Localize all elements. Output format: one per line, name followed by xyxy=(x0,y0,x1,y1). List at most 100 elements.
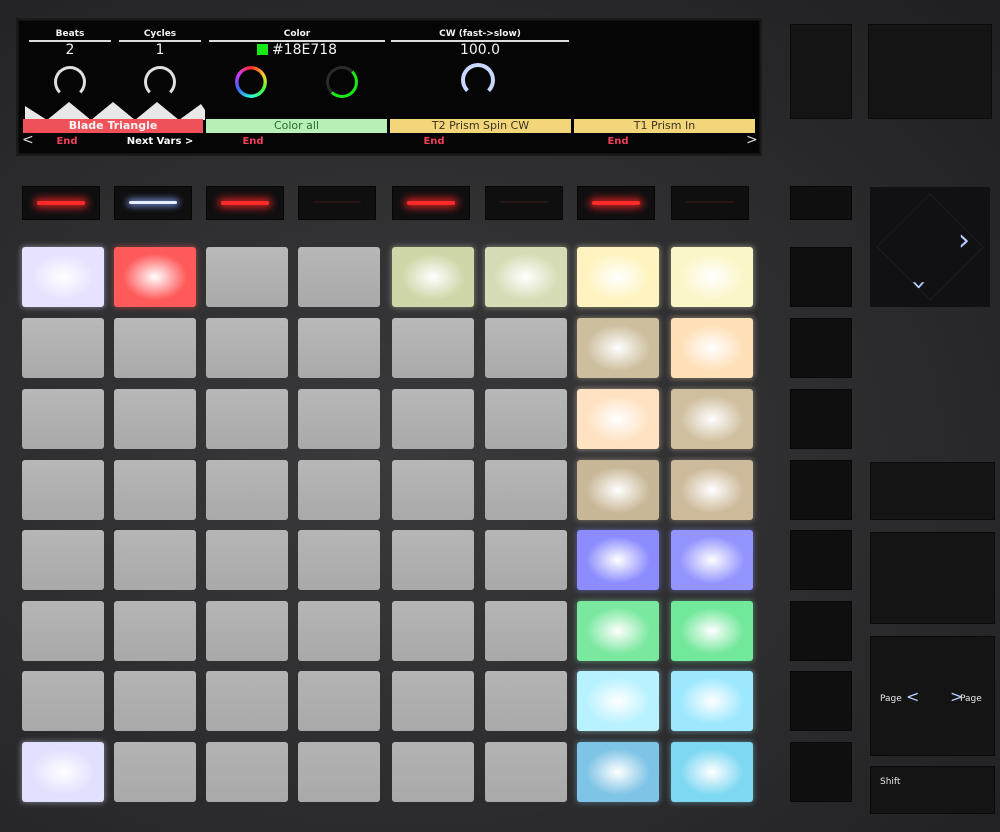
scene-launch-button[interactable] xyxy=(790,186,852,220)
pad[interactable] xyxy=(577,460,659,520)
pad[interactable] xyxy=(114,247,196,307)
pad[interactable] xyxy=(485,247,567,307)
pad[interactable] xyxy=(671,247,753,307)
slot-t1-prism-in[interactable]: T1 Prism In xyxy=(574,119,755,133)
pad[interactable] xyxy=(392,530,474,590)
upper-button[interactable] xyxy=(485,186,563,220)
pad[interactable] xyxy=(22,742,104,802)
pad[interactable] xyxy=(114,530,196,590)
pad[interactable] xyxy=(114,460,196,520)
scene-launch-button[interactable] xyxy=(790,318,852,378)
pad[interactable] xyxy=(392,318,474,378)
prev-arrow-icon[interactable]: < xyxy=(22,132,34,148)
pad[interactable] xyxy=(114,389,196,449)
pad[interactable] xyxy=(206,460,288,520)
pad[interactable] xyxy=(577,389,659,449)
pad[interactable] xyxy=(298,389,380,449)
pad[interactable] xyxy=(114,742,196,802)
pad[interactable] xyxy=(392,247,474,307)
pad[interactable] xyxy=(206,742,288,802)
pad[interactable] xyxy=(114,601,196,661)
side-button[interactable] xyxy=(870,462,995,520)
scene-launch-button[interactable] xyxy=(790,742,852,802)
upper-button[interactable] xyxy=(671,186,749,220)
pad[interactable] xyxy=(392,742,474,802)
scene-launch-button[interactable] xyxy=(790,530,852,590)
upper-button[interactable] xyxy=(392,186,470,220)
pad[interactable] xyxy=(485,601,567,661)
pad[interactable] xyxy=(671,671,753,731)
pad[interactable] xyxy=(577,601,659,661)
pad[interactable] xyxy=(298,460,380,520)
dpad[interactable]: › › xyxy=(870,187,990,307)
pad[interactable] xyxy=(485,530,567,590)
shift-button[interactable] xyxy=(870,766,995,814)
pad[interactable] xyxy=(22,460,104,520)
scene-launch-button[interactable] xyxy=(790,389,852,449)
chevron-down-icon[interactable]: › xyxy=(904,280,934,290)
pad[interactable] xyxy=(206,601,288,661)
scene-launch-button[interactable] xyxy=(790,247,852,307)
upper-button[interactable] xyxy=(577,186,655,220)
pad[interactable] xyxy=(392,601,474,661)
pad[interactable] xyxy=(206,671,288,731)
pad[interactable] xyxy=(577,671,659,731)
scene-launch-button[interactable] xyxy=(790,460,852,520)
pad[interactable] xyxy=(577,742,659,802)
upper-button[interactable] xyxy=(298,186,376,220)
upper-button[interactable] xyxy=(22,186,100,220)
pad[interactable] xyxy=(22,601,104,661)
chevron-right-icon[interactable]: › xyxy=(958,226,970,256)
upper-button[interactable] xyxy=(206,186,284,220)
side-display-button[interactable] xyxy=(868,24,992,119)
pad[interactable] xyxy=(114,318,196,378)
slot-blade-triangle[interactable]: Blade Triangle xyxy=(23,119,203,133)
side-button[interactable] xyxy=(870,532,995,624)
pad[interactable] xyxy=(671,460,753,520)
pad[interactable] xyxy=(392,671,474,731)
knob-cw-icon[interactable] xyxy=(461,63,495,97)
pad[interactable] xyxy=(671,318,753,378)
pad[interactable] xyxy=(485,389,567,449)
pad[interactable] xyxy=(671,742,753,802)
side-display-button[interactable] xyxy=(790,24,852,119)
pad[interactable] xyxy=(577,530,659,590)
pad[interactable] xyxy=(671,601,753,661)
pad[interactable] xyxy=(22,389,104,449)
pad[interactable] xyxy=(485,460,567,520)
pad[interactable] xyxy=(22,318,104,378)
pad[interactable] xyxy=(671,530,753,590)
scene-launch-button[interactable] xyxy=(790,601,852,661)
knob-color-icon[interactable] xyxy=(326,66,358,98)
pad[interactable] xyxy=(392,460,474,520)
next-vars-label[interactable]: Next Vars > xyxy=(115,136,205,147)
pad[interactable] xyxy=(671,389,753,449)
pad[interactable] xyxy=(485,742,567,802)
slot-color-all[interactable]: Color all xyxy=(206,119,387,133)
knob-hue-icon[interactable] xyxy=(235,66,267,98)
pad[interactable] xyxy=(114,671,196,731)
pad[interactable] xyxy=(577,247,659,307)
pad[interactable] xyxy=(485,671,567,731)
pad[interactable] xyxy=(206,318,288,378)
pad[interactable] xyxy=(22,671,104,731)
pad[interactable] xyxy=(22,247,104,307)
scene-launch-button[interactable] xyxy=(790,671,852,731)
pad[interactable] xyxy=(298,247,380,307)
pad[interactable] xyxy=(298,601,380,661)
pad[interactable] xyxy=(298,530,380,590)
next-arrow-icon[interactable]: > xyxy=(746,132,758,148)
pad[interactable] xyxy=(206,247,288,307)
slot-t2-prism-spin[interactable]: T2 Prism Spin CW xyxy=(390,119,571,133)
upper-button[interactable] xyxy=(114,186,192,220)
chevron-left-icon[interactable]: < xyxy=(906,689,919,705)
pad[interactable] xyxy=(298,671,380,731)
pad[interactable] xyxy=(206,530,288,590)
knob-cycles-icon[interactable] xyxy=(144,66,176,98)
pad[interactable] xyxy=(22,530,104,590)
pad[interactable] xyxy=(485,318,567,378)
pad[interactable] xyxy=(577,318,659,378)
pad[interactable] xyxy=(392,389,474,449)
knob-beats-icon[interactable] xyxy=(54,66,86,98)
pad[interactable] xyxy=(206,389,288,449)
